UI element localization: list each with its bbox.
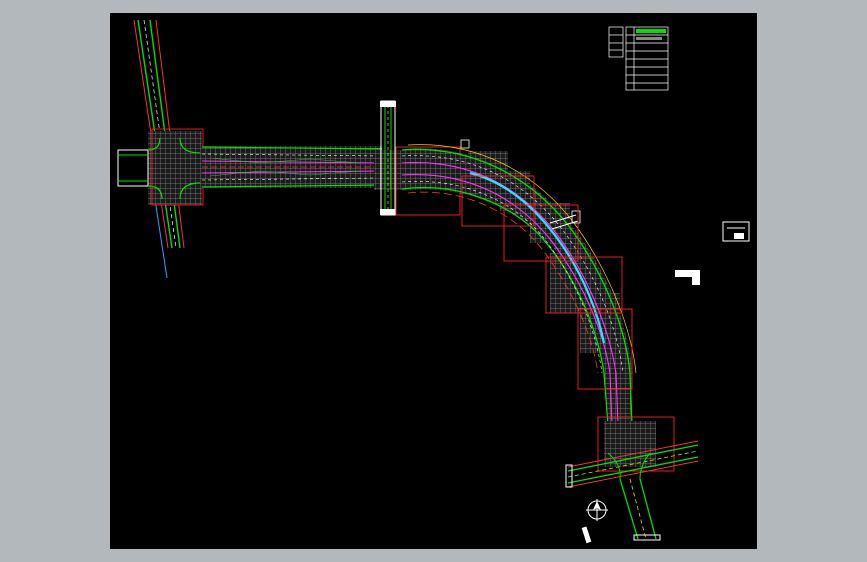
title-table	[608, 26, 669, 91]
curved-pavement	[402, 148, 632, 433]
straight-section	[201, 146, 383, 188]
road-plan-drawing[interactable]	[110, 13, 757, 549]
north-arrow-icon	[581, 499, 608, 544]
legend-block	[675, 221, 750, 285]
intersection-west	[117, 128, 204, 206]
cad-model-space[interactable]	[110, 13, 757, 549]
intersection-south	[565, 421, 699, 541]
